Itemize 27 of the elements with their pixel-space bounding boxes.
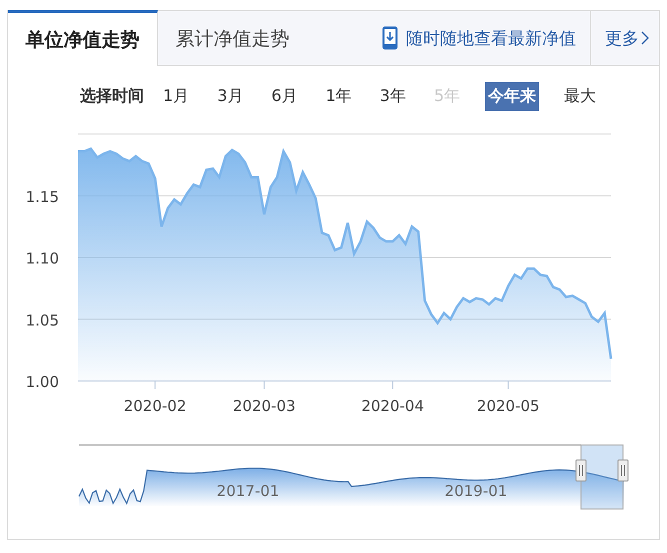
period-option[interactable]: 今年来 xyxy=(485,82,540,110)
y-tick-label: 1.15 xyxy=(26,188,59,206)
range-selection[interactable] xyxy=(580,444,624,510)
navigator-label: 2017-01 xyxy=(216,482,280,500)
y-tick-label: 1.00 xyxy=(26,373,59,391)
period-option[interactable]: 3年 xyxy=(376,82,409,110)
y-tick-label: 1.05 xyxy=(26,311,59,330)
scroll-handle[interactable] xyxy=(576,460,586,482)
x-tick-label: 2020-04 xyxy=(361,397,424,415)
chart-tab[interactable]: 累计净值走势 xyxy=(158,10,308,65)
more-link[interactable]: 更多 xyxy=(590,11,659,65)
scroll-handle[interactable] xyxy=(618,460,628,482)
period-option[interactable]: 1年 xyxy=(322,82,355,110)
x-tick-label: 2020-05 xyxy=(476,397,540,415)
y-tick-label: 1.10 xyxy=(26,250,59,268)
phone-download-icon xyxy=(382,26,398,50)
period-label: 选择时间 xyxy=(80,86,144,106)
x-tick-label: 2020-02 xyxy=(124,397,186,415)
chart-tab[interactable]: 单位净值走势 xyxy=(8,10,158,66)
chevron-right-icon xyxy=(641,31,649,45)
period-option[interactable]: 1月 xyxy=(160,82,192,110)
navigator-label: 2019-01 xyxy=(444,482,508,500)
period-option[interactable]: 最大 xyxy=(561,82,600,110)
period-option[interactable]: 3月 xyxy=(214,82,246,110)
app-link[interactable]: 随时随地查看最新净值 xyxy=(382,11,590,65)
x-tick-label: 2020-03 xyxy=(232,397,296,415)
period-option[interactable]: 6月 xyxy=(268,82,301,110)
